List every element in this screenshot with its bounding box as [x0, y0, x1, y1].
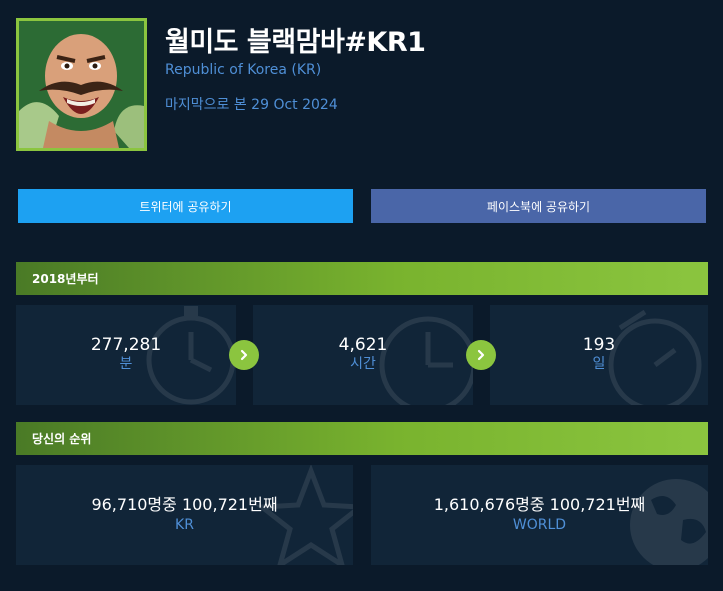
- hours-stat-card: 4,621 시간: [253, 305, 473, 405]
- minutes-unit: 분: [119, 356, 133, 373]
- time-section-header: 2018년부터: [16, 262, 708, 295]
- minutes-value: 277,281: [90, 335, 162, 355]
- summoner-name: 월미도 블랙맘바#KR1: [165, 27, 426, 58]
- share-facebook-button[interactable]: 페이스북에 공유하기: [371, 189, 706, 223]
- hours-value: 4,621: [338, 335, 388, 355]
- next-arrow-button[interactable]: [466, 340, 496, 370]
- kr-rank-label: KR: [175, 516, 194, 533]
- region-label: Republic of Korea (KR): [165, 62, 322, 78]
- minutes-stat-card: 277,281 분: [16, 305, 236, 405]
- champion-portrait-icon: [16, 18, 147, 151]
- world-rank-label: WORLD: [512, 516, 567, 533]
- profile-header: 월미도 블랙맘바#KR1 Republic of Korea (KR) 마지막으…: [16, 18, 716, 153]
- share-twitter-button[interactable]: 트위터에 공유하기: [18, 189, 353, 223]
- kr-rank-value: 96,710명중 100,721번째: [91, 494, 278, 514]
- world-rank-card: 1,610,676명중 100,721번째 WORLD: [371, 465, 708, 565]
- chevron-right-icon: [477, 349, 485, 361]
- days-stat-card: 193 일: [490, 305, 708, 405]
- clock-icon: [379, 316, 473, 405]
- days-unit: 일: [592, 356, 606, 373]
- days-value: 193: [582, 335, 616, 355]
- hours-unit: 시간: [350, 356, 376, 373]
- chevron-right-icon: [240, 349, 248, 361]
- last-seen-label: 마지막으로 본 29 Oct 2024: [165, 97, 338, 113]
- globe-icon: [630, 479, 708, 565]
- kr-rank-card: 96,710명중 100,721번째 KR: [16, 465, 353, 565]
- world-rank-value: 1,610,676명중 100,721번째: [433, 494, 646, 514]
- rank-section-header: 당신의 순위: [16, 422, 708, 455]
- calendar-clock-icon: [608, 310, 702, 405]
- next-arrow-button[interactable]: [229, 340, 259, 370]
